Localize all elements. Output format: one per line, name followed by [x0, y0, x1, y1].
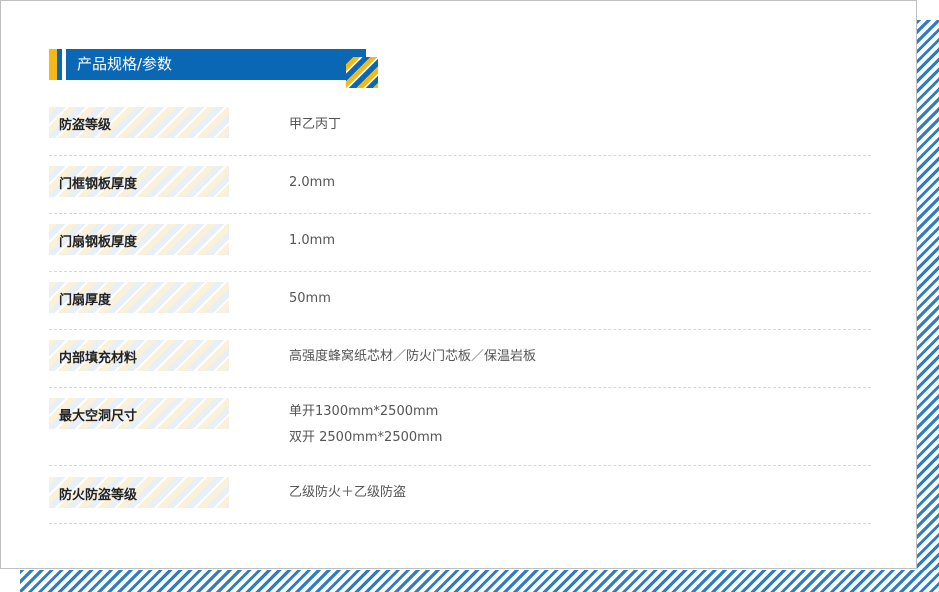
spec-row: 门扇厚度 50mm: [49, 272, 871, 330]
spec-value: 甲乙丙丁: [289, 117, 342, 132]
spec-label-box: 防盗等级: [49, 107, 229, 138]
spec-value: 高强度蜂窝纸芯材／防火门芯板／保温岩板: [289, 349, 537, 364]
spec-label-box: 门扇厚度: [49, 282, 229, 313]
spec-label: 防盗等级: [59, 118, 112, 133]
banner-accent-bar: [49, 49, 57, 80]
spec-value: 单开1300mm*2500mm: [289, 404, 439, 419]
spec-row: 门扇钢板厚度 1.0mm: [49, 214, 871, 272]
spec-label-box: 内部填充材料: [49, 340, 229, 371]
spec-row: 防火防盗等级 乙级防火＋乙级防盗: [49, 466, 871, 524]
spec-label-box: 门扇钢板厚度: [49, 224, 229, 255]
section-title: 产品规格/参数: [77, 55, 173, 73]
spec-value: 2.0mm: [289, 175, 336, 190]
spec-card: 产品规格/参数 防盗等级 甲乙丙丁 门框钢板厚度 2.0mm 门扇钢板厚度 1.…: [0, 0, 917, 569]
spec-row: 最大空洞尺寸 单开1300mm*2500mm 双开 2500mm*2500mm: [49, 388, 871, 466]
spec-label: 门扇厚度: [59, 293, 112, 308]
spec-label-box: 最大空洞尺寸: [49, 398, 229, 429]
spec-label: 门框钢板厚度: [59, 177, 138, 192]
spec-value: 1.0mm: [289, 233, 336, 248]
section-header-banner: 产品规格/参数: [57, 49, 366, 80]
spec-value: 乙级防火＋乙级防盗: [289, 485, 407, 500]
striped-corner-decoration: [346, 57, 378, 88]
spec-label: 最大空洞尺寸: [59, 409, 138, 424]
spec-label-box: 防火防盗等级: [49, 477, 229, 508]
decorative-stripe-bottom: [20, 570, 939, 592]
spec-value: 双开 2500mm*2500mm: [289, 430, 443, 445]
spec-row: 内部填充材料 高强度蜂窝纸芯材／防火门芯板／保温岩板: [49, 330, 871, 388]
spec-table: 防盗等级 甲乙丙丁 门框钢板厚度 2.0mm 门扇钢板厚度 1.0mm 门扇厚度…: [49, 107, 871, 524]
spec-value: 50mm: [289, 291, 331, 306]
spec-label: 内部填充材料: [59, 351, 138, 366]
spec-label-box: 门框钢板厚度: [49, 166, 229, 197]
decorative-stripe-right: [917, 20, 939, 592]
spec-label: 防火防盗等级: [59, 488, 138, 503]
spec-label: 门扇钢板厚度: [59, 235, 138, 250]
spec-row: 门框钢板厚度 2.0mm: [49, 156, 871, 214]
spec-row: 防盗等级 甲乙丙丁: [49, 107, 871, 156]
